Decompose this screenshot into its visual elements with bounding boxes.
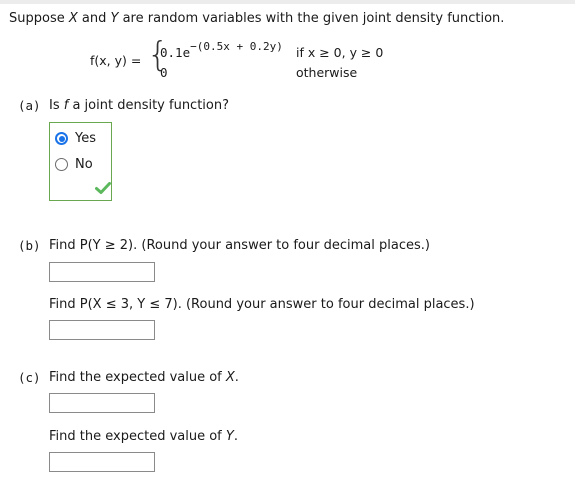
part-c-label: (c) — [18, 370, 41, 385]
part-c-answer-1[interactable] — [49, 393, 155, 413]
option-no-label: No — [75, 157, 93, 172]
radio-yes[interactable] — [55, 132, 68, 145]
density-case2-value: 0 — [160, 65, 168, 80]
part-a-question-suffix: a joint density function? — [68, 98, 230, 113]
part-c-q1-suffix: . — [234, 370, 239, 385]
top-border — [0, 0, 575, 4]
part-c-q1-prefix: Find the expected value of — [49, 370, 226, 385]
density-case1-exponent: −(0.5x + 0.2y) — [190, 40, 283, 53]
intro-suffix: are random variables with the given join… — [118, 11, 505, 26]
option-yes-label: Yes — [75, 131, 96, 146]
density-lhs: f(x, y) = — [90, 53, 142, 68]
checkmark-icon — [95, 182, 111, 194]
part-a-question: Is f a joint density function? — [49, 98, 229, 113]
intro-prefix: Suppose — [9, 11, 69, 26]
part-b-answer-1[interactable] — [49, 262, 155, 282]
part-c-question-1: Find the expected value of X. — [49, 370, 239, 385]
part-b-question-2: Find P(X ≤ 3, Y ≤ 7). (Round your answer… — [49, 297, 475, 312]
part-b-answer-2[interactable] — [49, 320, 155, 340]
intro-var-x: X — [68, 11, 78, 26]
option-no[interactable]: No — [55, 157, 93, 172]
part-a-label: (a) — [18, 98, 41, 113]
part-c-q1-var: X — [225, 370, 235, 385]
option-yes[interactable]: Yes — [55, 131, 96, 146]
density-case1-base: 0.1e — [160, 45, 191, 60]
part-a-question-prefix: Is — [49, 98, 64, 113]
intro-middle: and — [77, 11, 111, 26]
density-case1-condition: if x ≥ 0, y ≥ 0 — [296, 45, 384, 60]
part-c-answer-2[interactable] — [49, 452, 155, 472]
part-c-q2-suffix: . — [233, 429, 238, 444]
radio-no[interactable] — [55, 158, 68, 171]
part-c-question-2: Find the expected value of Y. — [49, 429, 238, 444]
part-c-q2-var: Y — [225, 429, 234, 444]
part-a-choices: Yes No — [49, 122, 112, 201]
part-b-question-1: Find P(Y ≥ 2). (Round your answer to fou… — [49, 238, 430, 253]
part-c-q2-prefix: Find the expected value of — [49, 429, 226, 444]
problem-statement: Suppose X and Y are random variables wit… — [9, 11, 504, 26]
part-b-label: (b) — [18, 238, 41, 253]
density-case2-condition: otherwise — [296, 65, 358, 80]
density-case1: 0.1e−(0.5x + 0.2y) — [160, 40, 283, 60]
